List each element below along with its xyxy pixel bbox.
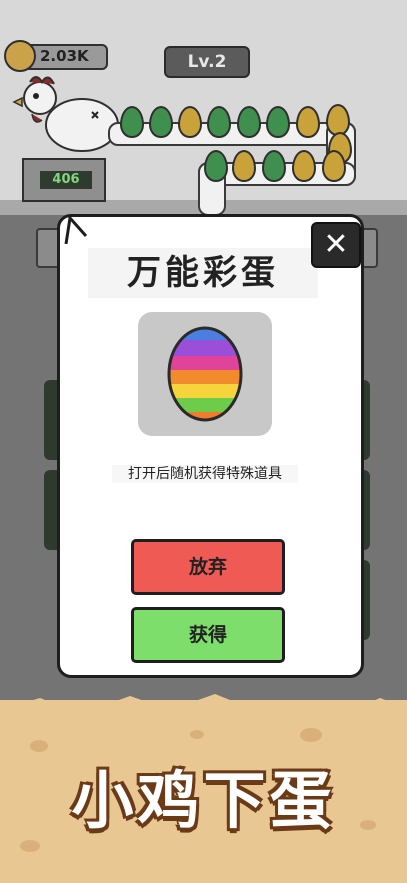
coin-counter: 2.03K <box>4 40 108 72</box>
egg-green <box>262 150 286 182</box>
sand-dot <box>190 730 204 739</box>
give-up-button[interactable]: 放弃 <box>131 539 285 595</box>
close-icon[interactable]: ✕ <box>311 222 361 268</box>
dialog-description: 打开后随机获得特殊道具 <box>112 465 298 483</box>
sand-dot <box>300 728 322 742</box>
egg-yellow <box>296 106 320 138</box>
egg-yellow <box>232 150 256 182</box>
crate-counter: 406 <box>40 171 92 189</box>
coin-icon <box>4 40 36 72</box>
egg-yellow <box>292 150 316 182</box>
egg-green <box>207 106 231 138</box>
obtain-button[interactable]: 获得 <box>131 607 285 663</box>
egg-yellow <box>322 150 346 182</box>
egg-green <box>120 106 144 138</box>
egg-green <box>266 106 290 138</box>
egg-green <box>237 106 261 138</box>
rainbow-egg-icon <box>167 326 243 422</box>
sand-dot <box>20 840 40 852</box>
coin-amount: 2.03K <box>40 47 89 65</box>
dialog-notch <box>64 214 88 244</box>
item-card <box>138 312 272 436</box>
egg-green <box>204 150 228 182</box>
dialog-title: 万能彩蛋 <box>88 248 318 298</box>
egg-green <box>149 106 173 138</box>
egg-yellow <box>178 106 202 138</box>
game-title-banner: 小鸡下蛋 <box>71 764 336 837</box>
level-badge: Lv.2 <box>164 46 250 78</box>
